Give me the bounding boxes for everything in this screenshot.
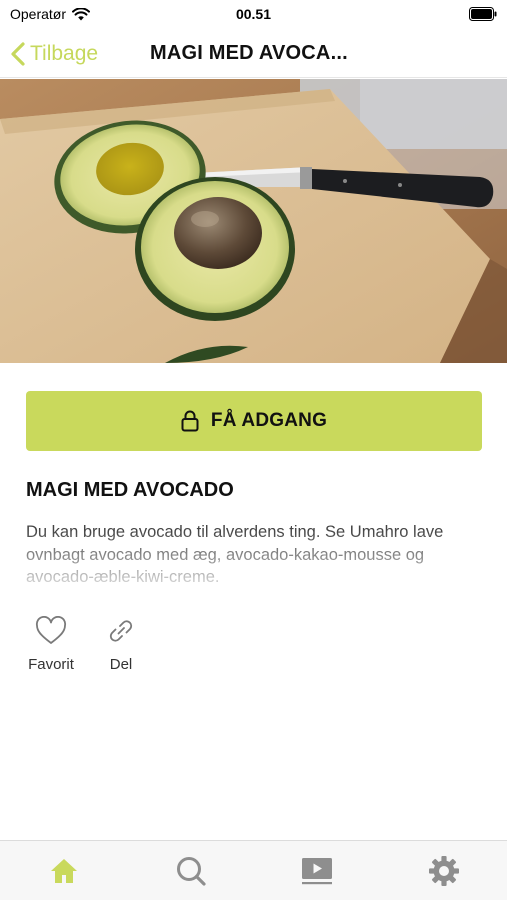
article-description: Du kan bruge avocado til alverdens ting.… xyxy=(26,523,444,586)
search-icon xyxy=(177,857,206,886)
hero-image xyxy=(0,79,507,363)
battery-icon xyxy=(469,7,497,21)
link-icon xyxy=(109,620,133,642)
avocado-photo xyxy=(0,79,507,363)
status-time: 00.51 xyxy=(235,6,272,22)
tab-videos[interactable] xyxy=(299,853,335,889)
tab-bar xyxy=(0,840,507,900)
get-access-button[interactable]: FÅ ADGANG xyxy=(26,391,482,451)
tab-settings[interactable] xyxy=(426,853,462,889)
tab-search[interactable] xyxy=(173,853,209,889)
lock-icon xyxy=(181,410,199,432)
back-button[interactable]: Tilbage xyxy=(10,38,98,70)
back-button-label: Tilbage xyxy=(30,42,99,65)
favorite-label: Favorit xyxy=(28,656,74,673)
home-icon xyxy=(51,859,77,883)
gear-icon xyxy=(429,856,459,886)
article-title: MAGI MED AVOCADO xyxy=(26,479,234,501)
status-bar: Operatør 00.51 xyxy=(0,0,507,30)
navigation-bar: Tilbage MAGI MED AVOCA... xyxy=(0,30,507,78)
video-icon xyxy=(302,858,332,885)
tab-home[interactable] xyxy=(46,853,82,889)
share-button[interactable]: Del xyxy=(100,616,142,673)
page-title: MAGI MED AVOCA... xyxy=(150,42,348,64)
get-access-label: FÅ ADGANG xyxy=(210,410,328,431)
heart-icon xyxy=(35,616,67,644)
share-label: Del xyxy=(109,656,133,673)
favorite-button[interactable]: Favorit xyxy=(22,616,80,673)
chevron-left-icon xyxy=(11,42,25,66)
